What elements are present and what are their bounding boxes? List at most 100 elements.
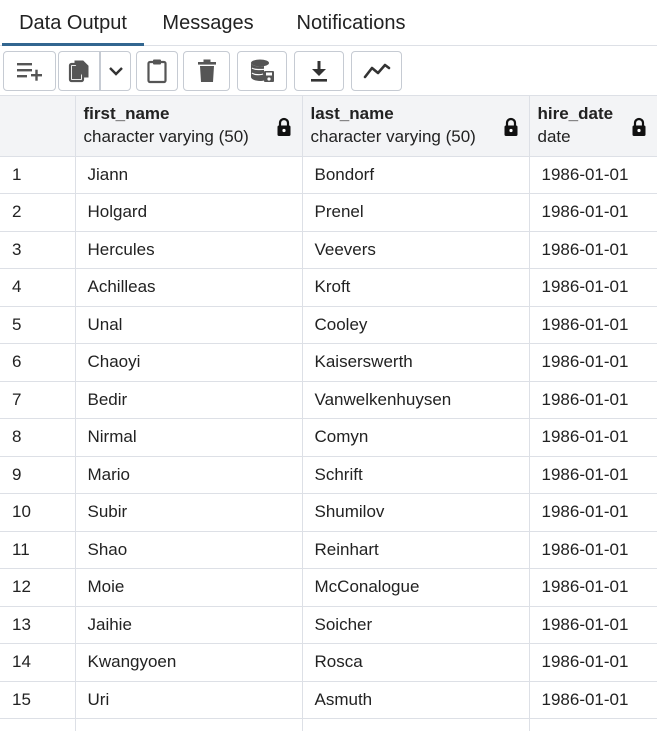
table-row: 14 Kwangyoen Rosca 1986-01-01 xyxy=(0,643,657,682)
cell-first-name[interactable]: Chaoyi xyxy=(75,343,303,382)
cell-first-name[interactable]: Subir xyxy=(75,493,303,532)
cell-first-name[interactable]: Uri xyxy=(75,681,303,719)
cell-last-name[interactable] xyxy=(302,718,530,731)
cell-last-name[interactable]: Soicher xyxy=(302,606,530,644)
row-number[interactable]: 5 xyxy=(0,306,76,344)
cell-hire-date[interactable]: 1986-01-01 xyxy=(529,381,657,419)
row-number[interactable]: 6 xyxy=(0,343,76,382)
row-number[interactable]: 4 xyxy=(0,268,76,307)
column-name: last_name xyxy=(310,103,394,123)
tab-data-output[interactable]: Data Output xyxy=(2,0,144,46)
table-row: 6 Chaoyi Kaiserswerth 1986-01-01 xyxy=(0,343,657,382)
cell-first-name[interactable]: Shao xyxy=(75,531,303,569)
cell-last-name[interactable]: Kroft xyxy=(302,268,530,307)
table-row: 3 Hercules Veevers 1986-01-01 xyxy=(0,231,657,269)
table-row: 8 Nirmal Comyn 1986-01-01 xyxy=(0,418,657,457)
table-row xyxy=(0,718,657,731)
cell-last-name[interactable]: Vanwelkenhuysen xyxy=(302,381,530,419)
cell-first-name[interactable]: Unal xyxy=(75,306,303,344)
cell-first-name[interactable]: Hercules xyxy=(75,231,303,269)
cell-last-name[interactable]: Kaiserswerth xyxy=(302,343,530,382)
download-button[interactable] xyxy=(294,51,344,91)
cell-last-name[interactable]: Shumilov xyxy=(302,493,530,532)
row-number[interactable]: 7 xyxy=(0,381,76,419)
table-row: 10 Subir Shumilov 1986-01-01 xyxy=(0,493,657,532)
tab-notifications[interactable]: Notifications xyxy=(272,0,430,46)
cell-last-name[interactable]: McConalogue xyxy=(302,568,530,607)
table-row: 1 Jiann Bondorf 1986-01-01 xyxy=(0,156,657,194)
cell-last-name[interactable]: Comyn xyxy=(302,418,530,457)
cell-last-name[interactable]: Schrift xyxy=(302,456,530,494)
cell-first-name[interactable]: Mario xyxy=(75,456,303,494)
cell-hire-date[interactable]: 1986-01-01 xyxy=(529,343,657,382)
table-row: 11 Shao Reinhart 1986-01-01 xyxy=(0,531,657,569)
cell-last-name[interactable]: Rosca xyxy=(302,643,530,682)
cell-first-name[interactable]: Bedir xyxy=(75,381,303,419)
lock-icon xyxy=(504,117,517,136)
cell-last-name[interactable]: Veevers xyxy=(302,231,530,269)
table-row: 12 Moie McConalogue 1986-01-01 xyxy=(0,568,657,607)
cell-first-name[interactable]: Kwangyoen xyxy=(75,643,303,682)
column-header-first-name[interactable]: first_name character varying (50) xyxy=(75,96,303,157)
cell-hire-date[interactable]: 1986-01-01 xyxy=(529,231,657,269)
tab-messages[interactable]: Messages xyxy=(144,0,272,46)
row-number-header[interactable] xyxy=(0,96,76,157)
cell-hire-date[interactable]: 1986-01-01 xyxy=(529,418,657,457)
graph-visualiser-button[interactable] xyxy=(351,51,402,91)
cell-last-name[interactable]: Cooley xyxy=(302,306,530,344)
column-header-hire-date[interactable]: hire_date date xyxy=(529,96,657,157)
row-number[interactable]: 11 xyxy=(0,531,76,569)
cell-first-name[interactable]: Jaihie xyxy=(75,606,303,644)
cell-first-name[interactable]: Nirmal xyxy=(75,418,303,457)
cell-hire-date[interactable]: 1986-01-01 xyxy=(529,493,657,532)
column-header-last-name[interactable]: last_name character varying (50) xyxy=(302,96,530,157)
cell-hire-date[interactable]: 1986-01-01 xyxy=(529,681,657,719)
cell-hire-date[interactable]: 1986-01-01 xyxy=(529,531,657,569)
cell-hire-date[interactable]: 1986-01-01 xyxy=(529,156,657,194)
copy-button[interactable] xyxy=(58,51,100,91)
cell-hire-date[interactable]: 1986-01-01 xyxy=(529,606,657,644)
cell-last-name[interactable]: Prenel xyxy=(302,193,530,232)
row-number[interactable]: 1 xyxy=(0,156,76,194)
copy-options-dropdown[interactable] xyxy=(100,51,131,91)
row-number[interactable]: 14 xyxy=(0,643,76,682)
cell-hire-date[interactable]: 1986-01-01 xyxy=(529,306,657,344)
delete-row-button[interactable] xyxy=(183,51,230,91)
cell-first-name[interactable]: Achilleas xyxy=(75,268,303,307)
row-number[interactable]: 2 xyxy=(0,193,76,232)
table-row: 2 Holgard Prenel 1986-01-01 xyxy=(0,193,657,232)
cell-first-name[interactable] xyxy=(75,718,303,731)
cell-first-name[interactable]: Moie xyxy=(75,568,303,607)
cell-first-name[interactable]: Holgard xyxy=(75,193,303,232)
row-number[interactable]: 13 xyxy=(0,606,76,644)
cell-first-name[interactable]: Jiann xyxy=(75,156,303,194)
table-row: 4 Achilleas Kroft 1986-01-01 xyxy=(0,268,657,307)
row-number[interactable]: 12 xyxy=(0,568,76,607)
row-number[interactable]: 3 xyxy=(0,231,76,269)
add-row-icon xyxy=(16,63,42,81)
cell-hire-date[interactable]: 1986-01-01 xyxy=(529,193,657,232)
cell-hire-date[interactable]: 1986-01-01 xyxy=(529,456,657,494)
table-row: 15 Uri Asmuth 1986-01-01 xyxy=(0,681,657,719)
cell-last-name[interactable]: Asmuth xyxy=(302,681,530,719)
table-row: 13 Jaihie Soicher 1986-01-01 xyxy=(0,606,657,644)
copy-icon xyxy=(68,60,89,83)
row-number[interactable]: 9 xyxy=(0,456,76,494)
row-number[interactable]: 10 xyxy=(0,493,76,532)
row-number[interactable]: 8 xyxy=(0,418,76,457)
cell-hire-date[interactable]: 1986-01-01 xyxy=(529,268,657,307)
row-number[interactable] xyxy=(0,718,76,731)
cell-hire-date[interactable] xyxy=(529,718,657,731)
save-data-button[interactable] xyxy=(237,51,287,91)
table-row: 9 Mario Schrift 1986-01-01 xyxy=(0,456,657,494)
trash-icon xyxy=(197,59,216,82)
paste-button[interactable] xyxy=(136,51,178,91)
cell-last-name[interactable]: Bondorf xyxy=(302,156,530,194)
row-number[interactable]: 15 xyxy=(0,681,76,719)
column-name: first_name xyxy=(83,103,170,123)
cell-hire-date[interactable]: 1986-01-01 xyxy=(529,568,657,607)
result-table: first_name character varying (50) last_n… xyxy=(0,96,657,731)
add-row-button[interactable] xyxy=(3,51,56,91)
cell-last-name[interactable]: Reinhart xyxy=(302,531,530,569)
cell-hire-date[interactable]: 1986-01-01 xyxy=(529,643,657,682)
